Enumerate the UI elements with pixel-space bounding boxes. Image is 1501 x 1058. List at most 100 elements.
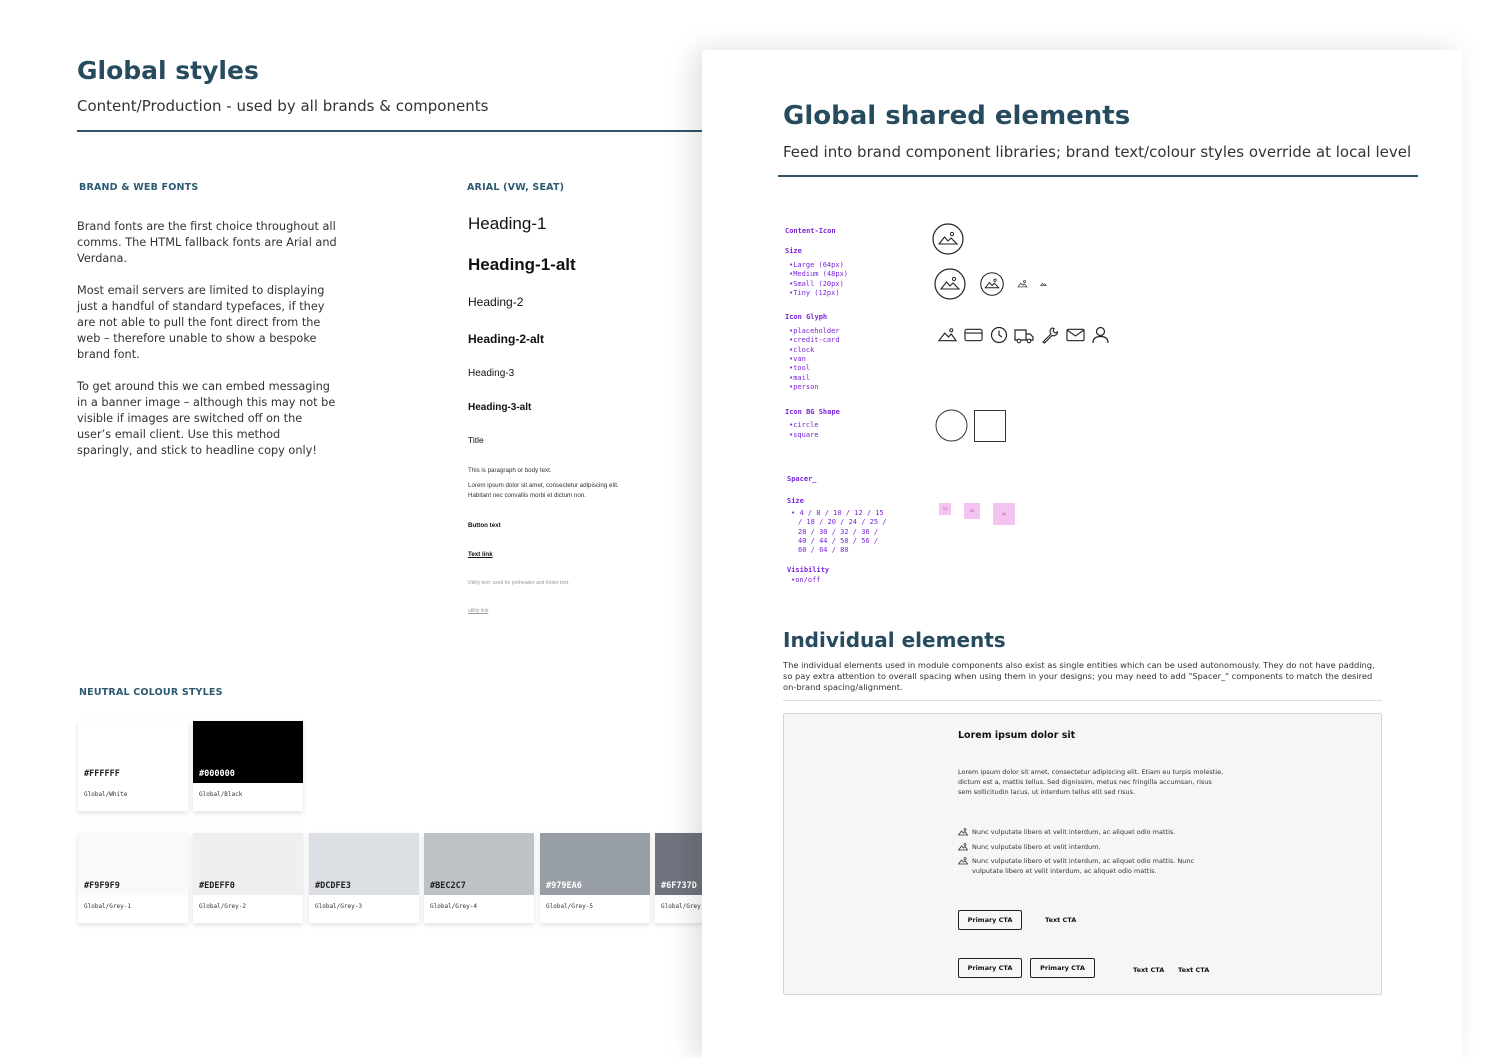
list-item: circle xyxy=(789,421,848,430)
swatch-hex: #979EA6 xyxy=(546,881,582,891)
placeholder-icon xyxy=(958,843,968,851)
swatch-name: Global/Grey-5 xyxy=(546,903,593,910)
paragraph: Most email servers are limited to displa… xyxy=(77,284,325,361)
circle-bg-shape xyxy=(935,409,968,442)
square-bg-shape xyxy=(974,410,1006,442)
swatch-hex: #6F737D xyxy=(661,881,697,891)
placeholder-icon xyxy=(958,828,968,836)
text-link-sample[interactable]: Text link xyxy=(468,551,493,558)
swatch-name: Global/Grey-2 xyxy=(199,903,246,910)
list-item: mail xyxy=(789,374,848,383)
swatch-grey-6: #6F737D Global/Grey xyxy=(655,833,702,923)
swatch-name: Global/Black xyxy=(199,791,243,798)
page-title: Global shared elements xyxy=(783,101,1131,131)
paragraph: Brand fonts are the first choice through… xyxy=(77,220,337,265)
tool-icon xyxy=(1042,327,1059,344)
spacer-sample: 32 xyxy=(964,503,980,519)
spec-heading: Icon BG Shape xyxy=(785,407,840,416)
title-sample: Title xyxy=(468,435,484,445)
section-divider xyxy=(783,700,1382,701)
swatch-hex: #EDEFF0 xyxy=(199,881,235,891)
placeholder-icon xyxy=(1017,280,1028,288)
brand-fonts-label: BRAND & WEB FONTS xyxy=(79,182,199,193)
placeholder-icon xyxy=(1040,282,1047,286)
swatch-hex: #FFFFFF xyxy=(84,769,120,779)
primary-cta-button[interactable]: Primary CTA xyxy=(1030,958,1095,978)
swatch-grey-4: #BEC2C7 Global/Grey-4 xyxy=(424,833,534,923)
text-cta-link[interactable]: Text CTA xyxy=(1045,916,1076,924)
page-subtitle: Content/Production - used by all brands … xyxy=(77,97,489,115)
heading-1-sample: Heading-1 xyxy=(468,214,547,233)
utility-link-sample[interactable]: utility link xyxy=(468,608,488,614)
swatch-name: Global/Grey-4 xyxy=(430,903,477,910)
primary-cta-button[interactable]: Primary CTA xyxy=(958,910,1022,930)
list-item-text: Nunc vulputate libero et velit interdum. xyxy=(972,843,1101,851)
paragraph-sample: Habitant nec convallis morbi et dictum n… xyxy=(468,492,586,499)
swatch-hex: #000000 xyxy=(199,769,235,779)
spacer-size-list: • 4 / 8 / 10 / 12 / 15 / 18 / 20 / 24 / … xyxy=(787,509,887,556)
swatch-white: #FFFFFF Global/White xyxy=(78,721,188,811)
heading-2-sample: Heading-2 xyxy=(468,295,524,309)
swatch-black: #000000 Global/Black xyxy=(193,721,303,811)
swatch-name: Global/White xyxy=(84,791,128,798)
list-item: placeholder xyxy=(789,327,848,336)
spacer-spec: Spacer_ Size • 4 / 8 / 10 / 12 / 15 / 18… xyxy=(787,475,887,586)
person-icon xyxy=(1092,326,1109,344)
swatch-grey-5: #979EA6 Global/Grey-5 xyxy=(540,833,650,923)
size-list: Large (64px) Medium (48px) Small (20px) … xyxy=(785,261,848,299)
list-item: credit-card xyxy=(789,336,848,345)
global-shared-elements-page: Global shared elements Feed into brand c… xyxy=(702,50,1462,1058)
global-styles-page: Global styles Content/Production - used … xyxy=(0,0,702,1058)
van-icon xyxy=(1014,329,1034,344)
list-item: Large (64px) xyxy=(789,261,848,270)
swatch-grey-1: #F9F9F9 Global/Grey-1 xyxy=(78,833,188,923)
module-title: Lorem ipsum dolor sit xyxy=(958,730,1076,741)
swatch-name: Global/Grey-3 xyxy=(315,903,362,910)
primary-cta-button[interactable]: Primary CTA xyxy=(958,958,1022,978)
title-divider xyxy=(778,175,1418,177)
swatch-hex: #BEC2C7 xyxy=(430,881,466,891)
spec-heading: Size xyxy=(787,497,804,506)
text-cta-link[interactable]: Text CTA xyxy=(1133,966,1164,974)
spec-heading: Icon Glyph xyxy=(785,313,828,322)
paragraph: To get around this we can embed messagin… xyxy=(77,380,336,457)
list-item: on/off xyxy=(791,576,887,585)
visibility-list: on/off xyxy=(787,576,887,585)
list-item: 40 / 44 / 50 / 56 / xyxy=(798,537,879,546)
swatch-hex: #DCDFE3 xyxy=(315,881,351,891)
list-item: 28 / 30 / 32 / 36 / xyxy=(798,527,879,536)
list-item: Tiny (12px) xyxy=(789,289,848,298)
placeholder-icon xyxy=(934,268,966,300)
list-item: 60 / 64 / 80 xyxy=(798,546,849,555)
brand-fonts-description: Brand fonts are the first choice through… xyxy=(77,219,339,475)
heading-3-sample: Heading-3 xyxy=(468,368,515,379)
list-item: tool xyxy=(789,364,848,373)
neutral-colour-label: NEUTRAL COLOUR STYLES xyxy=(79,687,223,698)
swatch-name: Global/Grey-1 xyxy=(84,903,131,910)
list-item: square xyxy=(789,431,848,440)
button-text-sample: Button text xyxy=(468,522,501,529)
spec-heading: Visibility xyxy=(787,565,830,574)
section-description: The individual elements used in module c… xyxy=(783,660,1375,692)
swatch-grey-3: #DCDFE3 Global/Grey-3 xyxy=(309,833,419,923)
credit-card-icon xyxy=(964,328,983,342)
swatch-name: Global/Grey xyxy=(661,903,701,910)
list-item: clock xyxy=(789,346,848,355)
list-item: Medium (48px) xyxy=(789,270,848,279)
arial-label: ARIAL (VW, SEAT) xyxy=(467,182,565,193)
glyph-list: placeholder credit-card clock van tool m… xyxy=(785,327,848,393)
list-item: / 18 / 20 / 24 / 25 / xyxy=(798,518,887,527)
module-body: Lorem ipsum dolor sit amet, consectetur … xyxy=(958,768,1224,796)
page-subtitle: Feed into brand component libraries; bra… xyxy=(783,143,1412,161)
title-divider xyxy=(77,130,702,132)
list-item-text: Nunc vulputate libero et velit interdum,… xyxy=(972,857,1195,875)
spacer-sample: 24 xyxy=(939,503,951,515)
paragraph-sample: This is paragraph or body text. xyxy=(468,467,552,474)
placeholder-icon xyxy=(980,272,1004,296)
utility-text-sample: Utility text: used for preheader and foo… xyxy=(468,580,570,586)
section-title: Individual elements xyxy=(783,628,1006,652)
mail-icon xyxy=(1066,328,1085,342)
placeholder-icon xyxy=(958,857,968,865)
placeholder-icon xyxy=(938,328,957,342)
text-cta-link[interactable]: Text CTA xyxy=(1178,966,1209,974)
